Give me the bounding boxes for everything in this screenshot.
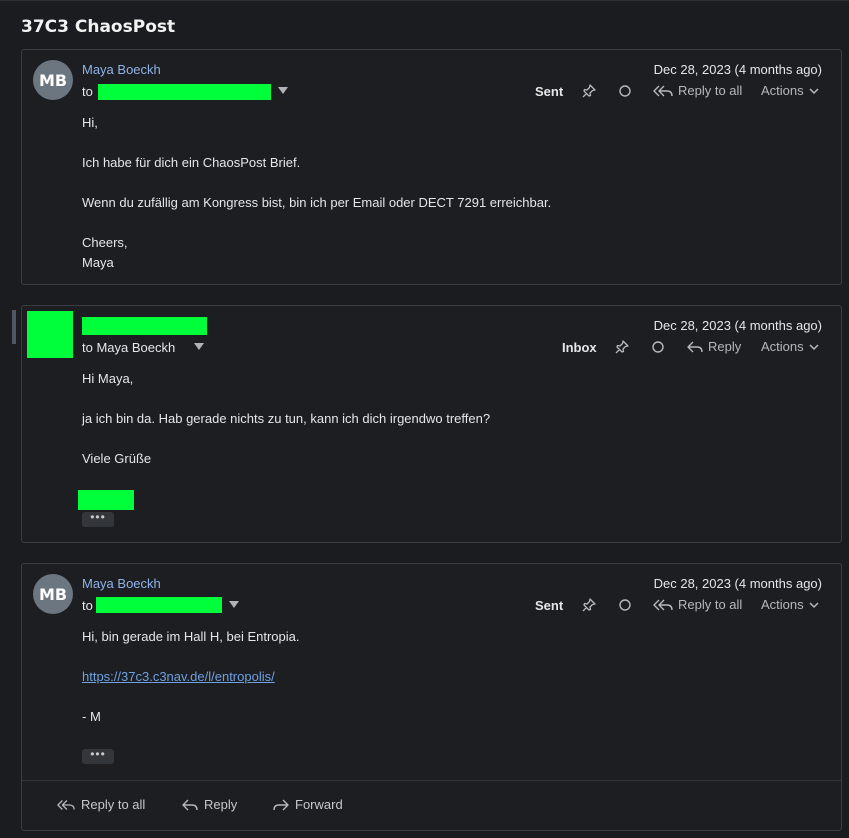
message-date: Dec 28, 2023 (4 months ago) [653,62,822,77]
body-line [82,429,490,449]
folder-tag: Sent [535,598,564,613]
sender-name[interactable]: Maya Boeckh [82,62,161,77]
body-line: Ich habe für dich ein ChaosPost Brief. [82,155,301,170]
footer-forward-button[interactable]: Forward [273,797,343,812]
reply-label: Reply [708,339,742,354]
body-line [82,133,551,153]
footer-divider [22,780,841,781]
thread-title: 37C3 ChaosPost [21,17,176,37]
actions-label: Actions [761,597,804,612]
reply-button[interactable]: Reply [687,339,741,354]
footer-reply-button[interactable]: Reply [182,797,237,812]
chevron-down-icon [809,601,819,608]
redacted-avatar [27,311,73,358]
show-quoted-button[interactable]: ••• [82,511,114,527]
selection-marker [12,310,16,344]
body-line: Wenn du zufällig am Kongress bist, bin i… [82,195,552,210]
reply-all-icon [57,799,75,810]
redacted-sender [82,317,207,335]
footer-reply-label: Reply [204,797,238,812]
reply-all-icon [653,599,673,610]
body-line [82,173,551,193]
pin-icon[interactable] [580,82,598,100]
footer-forward-label: Forward [295,797,343,812]
actions-label: Actions [761,83,804,98]
message-card[interactable]: to Maya Boeckh Dec 28, 2023 (4 months ag… [21,305,842,543]
actions-menu[interactable]: Actions [761,597,819,612]
reply-icon [687,341,703,352]
reply-all-label: Reply to all [678,597,743,612]
location-link[interactable]: https://37c3.c3nav.de/l/entropolis/ [82,669,275,684]
unread-dot-icon[interactable] [616,82,634,100]
footer-reply-all-label: Reply to all [81,797,146,812]
reply-all-label: Reply to all [678,83,743,98]
message-card[interactable]: MB Maya Boeckh to Dec 28, 2023 (4 months… [21,563,842,831]
redacted-recipient [96,597,222,613]
message-date: Dec 28, 2023 (4 months ago) [653,576,822,591]
body-line: Maya [82,255,114,270]
caret-down-icon[interactable] [229,601,239,608]
show-quoted-button[interactable]: ••• [82,748,114,764]
message-date: Dec 28, 2023 (4 months ago) [653,318,822,333]
folder-tag: Inbox [562,340,597,355]
body-line [82,213,551,233]
message-card[interactable]: MB Maya Boeckh to Dec 28, 2023 (4 months… [21,49,842,285]
unread-dot-icon[interactable] [616,596,634,614]
caret-down-icon[interactable] [278,87,288,94]
body-line: ja ich bin da. Hab gerade nichts zu tun,… [82,411,491,426]
pin-icon[interactable] [613,338,631,356]
redacted-signature [78,490,134,510]
forward-icon [273,799,289,810]
footer-reply-all-button[interactable]: Reply to all [57,797,145,812]
message-body: Hi Maya, ja ich bin da. Hab gerade nicht… [82,369,490,469]
body-line: Hi, bin gerade im Hall H, bei Entropia. [82,629,300,644]
redacted-recipient [98,84,271,100]
body-line: Cheers, [82,235,128,250]
actions-menu[interactable]: Actions [761,83,819,98]
avatar: MB [33,60,73,100]
body-line [82,389,490,409]
message-body: Hi, bin gerade im Hall H, bei Entropia. … [82,627,300,727]
body-line: Viele Grüße [82,451,152,466]
actions-label: Actions [761,339,804,354]
actions-menu[interactable]: Actions [761,339,819,354]
reply-all-button[interactable]: Reply to all [653,83,742,98]
unread-dot-icon[interactable] [649,338,667,356]
recipient-prefix: to [82,84,93,99]
body-line: - M [82,709,101,724]
caret-down-icon[interactable] [194,343,204,350]
reply-icon [182,799,198,810]
chevron-down-icon [809,87,819,94]
folder-tag: Sent [535,84,564,99]
recipient-line: to Maya Boeckh [82,340,176,355]
reply-all-button[interactable]: Reply to all [653,597,742,612]
reply-all-icon [653,85,673,96]
avatar: MB [33,574,73,614]
pin-icon[interactable] [580,596,598,614]
body-line: Hi, [82,115,98,130]
sender-name[interactable]: Maya Boeckh [82,576,161,591]
message-body: Hi, Ich habe für dich ein ChaosPost Brie… [82,113,551,273]
recipient-prefix: to [82,598,93,613]
body-line: Hi Maya, [82,371,134,386]
frame-border [0,0,849,1]
chevron-down-icon [809,343,819,350]
